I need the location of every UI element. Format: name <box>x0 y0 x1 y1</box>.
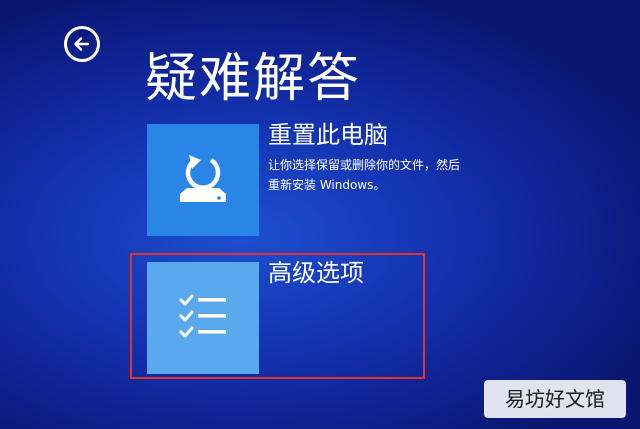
back-arrow-icon <box>74 37 90 51</box>
page-title: 疑难解答 <box>145 48 362 109</box>
reset-pc-description-line1: 让你选择保留或删除你的文件，然后 <box>268 158 461 172</box>
reset-pc-option[interactable]: 重置此电脑 让你选择保留或删除你的文件，然后 重新安装 Windows。 <box>147 121 547 236</box>
reset-pc-icon <box>180 155 226 202</box>
checklist-icon <box>179 294 226 338</box>
advanced-options-option[interactable]: 高级选项 <box>147 259 547 374</box>
reset-pc-tile[interactable] <box>147 124 259 236</box>
watermark: 易坊好文馆 <box>484 380 626 418</box>
reset-pc-title: 重置此电脑 <box>268 121 388 149</box>
advanced-options-tile[interactable] <box>147 262 259 374</box>
back-button[interactable] <box>64 26 100 62</box>
advanced-options-title: 高级选项 <box>268 259 364 287</box>
reset-pc-description: 让你选择保留或删除你的文件，然后 重新安装 Windows。 <box>268 155 518 195</box>
reset-pc-description-line2: 重新安装 Windows。 <box>268 178 386 192</box>
